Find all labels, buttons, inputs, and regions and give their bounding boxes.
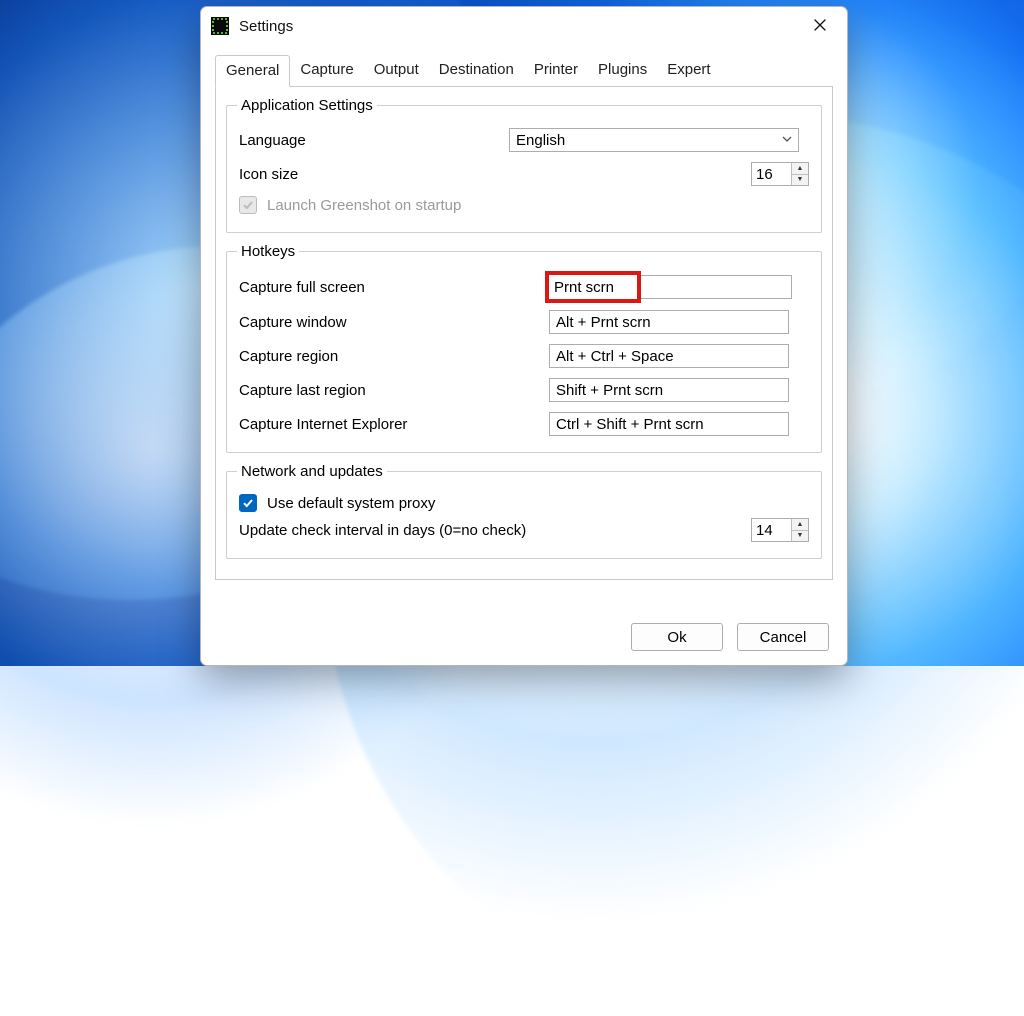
tab-expert[interactable]: Expert bbox=[657, 55, 720, 86]
label-capture-window: Capture window bbox=[239, 314, 539, 331]
close-button[interactable] bbox=[797, 10, 843, 42]
tab-general[interactable]: General bbox=[215, 55, 290, 87]
update-interval-stepper[interactable]: 14 ▲ ▼ bbox=[751, 518, 809, 542]
dialog-footer: Ok Cancel bbox=[201, 619, 847, 665]
tab-destination[interactable]: Destination bbox=[429, 55, 524, 86]
label-capture-fullscreen: Capture full screen bbox=[239, 279, 539, 296]
label-capture-region: Capture region bbox=[239, 348, 539, 365]
use-default-proxy-checkbox[interactable] bbox=[239, 494, 257, 512]
hotkey-ie-value: Ctrl + Shift + Prnt scrn bbox=[556, 416, 704, 433]
label-capture-last-region: Capture last region bbox=[239, 382, 539, 399]
hotkey-ie-input[interactable]: Ctrl + Shift + Prnt scrn bbox=[549, 412, 789, 436]
hotkey-fullscreen-value: Prnt scrn bbox=[554, 279, 614, 296]
tab-output[interactable]: Output bbox=[364, 55, 429, 86]
icon-size-stepper[interactable]: 16 ▲ ▼ bbox=[751, 162, 809, 186]
update-interval-down[interactable]: ▼ bbox=[792, 530, 808, 542]
settings-window: Settings General Capture Output Destinat… bbox=[200, 6, 848, 666]
group-hotkeys: Hotkeys Capture full screen Prnt scrn Ca… bbox=[226, 243, 822, 453]
group-legend-hotkeys: Hotkeys bbox=[237, 243, 299, 260]
hotkey-window-input[interactable]: Alt + Prnt scrn bbox=[549, 310, 789, 334]
language-selected-value: English bbox=[516, 132, 565, 149]
group-legend-network: Network and updates bbox=[237, 463, 387, 480]
hotkey-last-region-input[interactable]: Shift + Prnt scrn bbox=[549, 378, 789, 402]
label-icon-size: Icon size bbox=[239, 166, 499, 183]
label-launch-on-startup: Launch Greenshot on startup bbox=[267, 197, 461, 214]
group-application-settings: Application Settings Language English Ic… bbox=[226, 97, 822, 233]
hotkey-window-value: Alt + Prnt scrn bbox=[556, 314, 651, 331]
language-select[interactable]: English bbox=[509, 128, 799, 152]
icon-size-down[interactable]: ▼ bbox=[792, 174, 808, 186]
icon-size-up[interactable]: ▲ bbox=[792, 163, 808, 174]
tab-page-general: Application Settings Language English Ic… bbox=[215, 87, 833, 580]
ok-button[interactable]: Ok bbox=[631, 623, 723, 651]
tab-capture[interactable]: Capture bbox=[290, 55, 363, 86]
launch-on-startup-checkbox bbox=[239, 196, 257, 214]
window-title: Settings bbox=[239, 18, 293, 35]
tab-printer[interactable]: Printer bbox=[524, 55, 588, 86]
label-capture-ie: Capture Internet Explorer bbox=[239, 416, 539, 433]
tab-plugins[interactable]: Plugins bbox=[588, 55, 657, 86]
highlight-annotation: Prnt scrn bbox=[548, 274, 638, 300]
close-icon bbox=[814, 18, 826, 35]
cancel-button[interactable]: Cancel bbox=[737, 623, 829, 651]
app-icon bbox=[211, 17, 229, 35]
update-interval-up[interactable]: ▲ bbox=[792, 519, 808, 530]
label-language: Language bbox=[239, 132, 499, 149]
group-network-updates: Network and updates Use default system p… bbox=[226, 463, 822, 559]
update-interval-value: 14 bbox=[752, 519, 791, 541]
label-update-interval: Update check interval in days (0=no chec… bbox=[239, 522, 639, 539]
hotkey-last-region-value: Shift + Prnt scrn bbox=[556, 382, 663, 399]
chevron-down-icon bbox=[782, 133, 792, 147]
icon-size-value: 16 bbox=[752, 163, 791, 185]
tab-strip: General Capture Output Destination Print… bbox=[215, 55, 833, 87]
hotkey-region-input[interactable]: Alt + Ctrl + Space bbox=[549, 344, 789, 368]
hotkey-fullscreen-input[interactable]: Prnt scrn bbox=[549, 274, 792, 300]
hotkey-region-value: Alt + Ctrl + Space bbox=[556, 348, 674, 365]
group-legend-application: Application Settings bbox=[237, 97, 377, 114]
label-use-default-proxy: Use default system proxy bbox=[267, 495, 435, 512]
titlebar[interactable]: Settings bbox=[201, 7, 847, 45]
